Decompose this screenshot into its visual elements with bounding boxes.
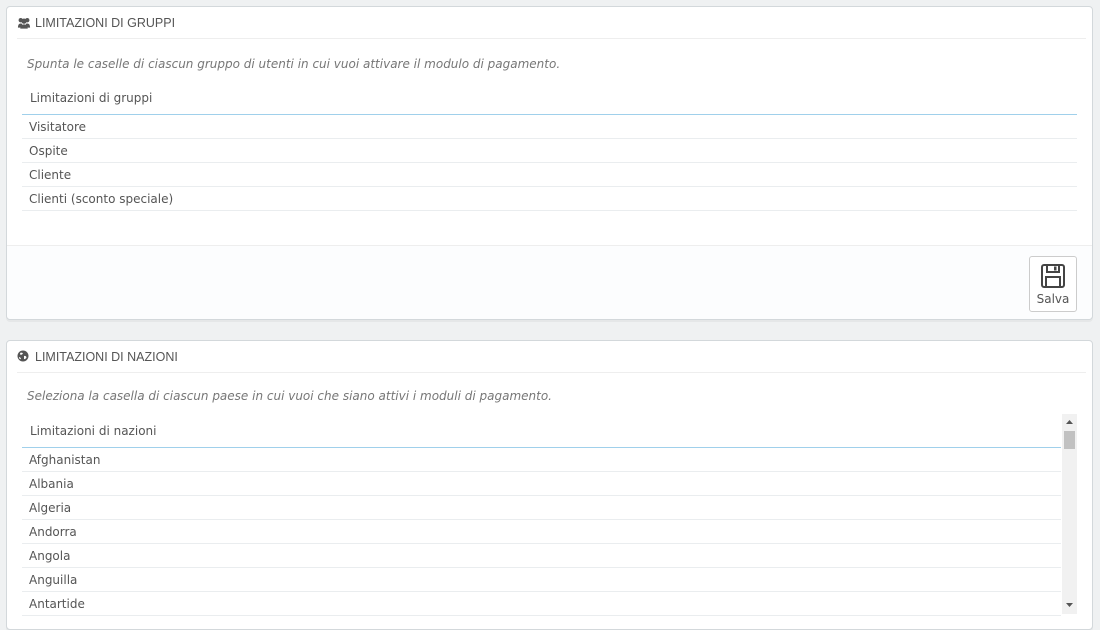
countries-table: Limitazioni di nazioni Afghanistan Albani… [22,414,1061,616]
table-row[interactable]: Ospite [22,139,1077,163]
panel-title: LIMITAZIONI DI NAZIONI [35,349,178,364]
table-row[interactable]: Andorra [22,520,1061,544]
users-icon [17,16,31,30]
country-restrictions-panel: LIMITAZIONI DI NAZIONI Seleziona la case… [6,340,1093,630]
panel-heading: LIMITAZIONI DI GRUPPI [17,7,1086,39]
panel-description: Spunta le caselle di ciascun gruppo di u… [27,57,561,71]
group-restrictions-panel: LIMITAZIONI DI GRUPPI Spunta le caselle … [6,6,1093,320]
table-row[interactable]: Albania [22,472,1061,496]
countries-scrollbar[interactable] [1062,414,1077,614]
table-row[interactable]: Afghanistan [22,448,1061,472]
table-row[interactable]: Clienti (sconto speciale) [22,187,1077,211]
panel-description: Seleziona la casella di ciascun paese in… [27,389,552,403]
table-header: Limitazioni di nazioni [22,414,1061,448]
save-label: Salva [1036,291,1070,306]
table-row[interactable]: Visitatore [22,115,1077,139]
panel-footer: Salva [7,245,1092,319]
table-row[interactable]: Algeria [22,496,1061,520]
panel-title: LIMITAZIONI DI GRUPPI [35,15,176,30]
table-header: Limitazioni di gruppi [22,81,1077,115]
scroll-down-icon[interactable] [1062,597,1077,612]
table-row[interactable]: Anguilla [22,568,1061,592]
table-row[interactable]: Cliente [22,163,1077,187]
scroll-up-icon[interactable] [1062,414,1077,429]
globe-icon [17,350,31,364]
table-row[interactable]: Antartide [22,592,1061,616]
panel-heading: LIMITAZIONI DI NAZIONI [17,341,1086,373]
scroll-thumb[interactable] [1064,431,1075,449]
save-button[interactable]: Salva [1029,256,1077,312]
table-row[interactable]: Angola [22,544,1061,568]
groups-table: Limitazioni di gruppi Visitatore Ospite Cl… [22,81,1077,211]
floppy-disk-icon [1040,263,1066,289]
